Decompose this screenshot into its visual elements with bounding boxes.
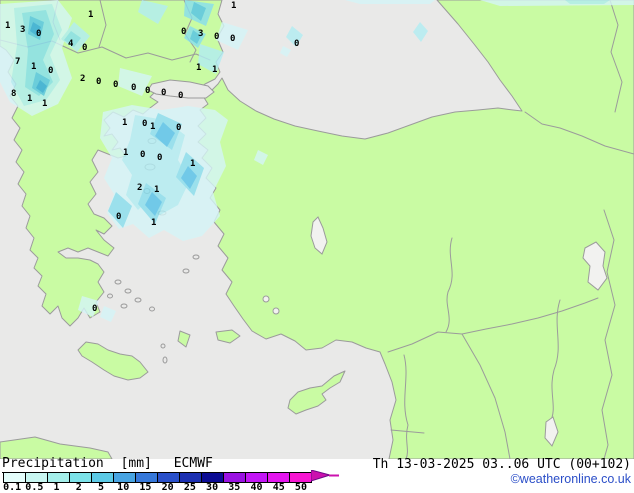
- colorbar-segment: [114, 473, 136, 482]
- island-kos: [182, 268, 190, 274]
- colorbar-tick-label: 10: [117, 482, 130, 493]
- colorbar-segment: [92, 473, 114, 482]
- colorbar-segment: [224, 473, 246, 482]
- island-cyclades-2: [124, 288, 132, 294]
- colorbar-segment: [48, 473, 70, 482]
- colorbar-tick-label: 25: [183, 482, 196, 493]
- colorbar-arrow-icon: [311, 470, 339, 482]
- legend-title: Precipitation: [2, 456, 104, 473]
- island-cyclades-3: [107, 293, 113, 299]
- colorbar-tick-label: 35: [228, 482, 241, 493]
- colorbar-tick-label: 20: [161, 482, 174, 493]
- colorbar-segment: [268, 473, 290, 482]
- colorbar-segment: [290, 473, 311, 482]
- island-cyclades-5: [120, 303, 128, 309]
- island-kasos: [160, 343, 166, 349]
- credit-link: ©weatheronline.co.uk: [510, 472, 631, 486]
- island-ikaria: [192, 254, 200, 260]
- colorbar-segment: [246, 473, 268, 482]
- colorbar-tick-label: 0.5: [25, 482, 44, 493]
- colorbar-tick-label: 40: [250, 482, 263, 493]
- forecast-datetime: Th 13-03-2025 03..06 UTC (00+102): [372, 457, 631, 472]
- island-karpathos: [162, 356, 168, 364]
- colorbar-segment: [202, 473, 224, 482]
- precipitation-map: 1130407102008111030000000111010100121010: [0, 0, 634, 459]
- colorbar-segment: [70, 473, 92, 482]
- colorbar-segment: [4, 473, 26, 482]
- colorbar-segment: [158, 473, 180, 482]
- lake-beysehir: [272, 307, 280, 315]
- colorbar-tick-label: 45: [272, 482, 285, 493]
- colorbar-tick-label: 0.1: [3, 482, 22, 493]
- island-cyclades-4: [134, 297, 142, 303]
- island-cyclades-6: [149, 306, 155, 312]
- precip-blob: [565, 0, 610, 4]
- legend-model-label: ECMWF: [173, 456, 213, 471]
- lake-egirdir: [262, 295, 270, 303]
- colorbar-tick-labels: 0.1 0.5 1 2 5 10 15 20 25 30 35 40 45 50: [1, 482, 312, 493]
- colorbar-tick-label: 50: [294, 482, 307, 493]
- colorbar-segment: [136, 473, 158, 482]
- colorbar-tick-label: 30: [206, 482, 219, 493]
- legend-unit: [mm]: [120, 456, 152, 471]
- colorbar-segment: [26, 473, 48, 482]
- colorbar-segment: [180, 473, 202, 482]
- precip-blob: [345, 0, 435, 4]
- colorbar-tick-label: 2: [75, 482, 82, 493]
- legend-title-row: Precipitation [mm] ECMWF: [2, 456, 213, 473]
- colorbar-tick-label: 1: [53, 482, 60, 493]
- island-cyclades-1: [114, 279, 122, 285]
- map-canvas: [0, 0, 634, 459]
- colorbar-tick-label: 15: [139, 482, 152, 493]
- legend-band: Precipitation [mm] ECMWF 0.1 0.5 1 2 5 10 15 20…: [0, 456, 634, 493]
- precip-blob: [480, 0, 634, 6]
- colorbar-tick-label: 5: [97, 482, 104, 493]
